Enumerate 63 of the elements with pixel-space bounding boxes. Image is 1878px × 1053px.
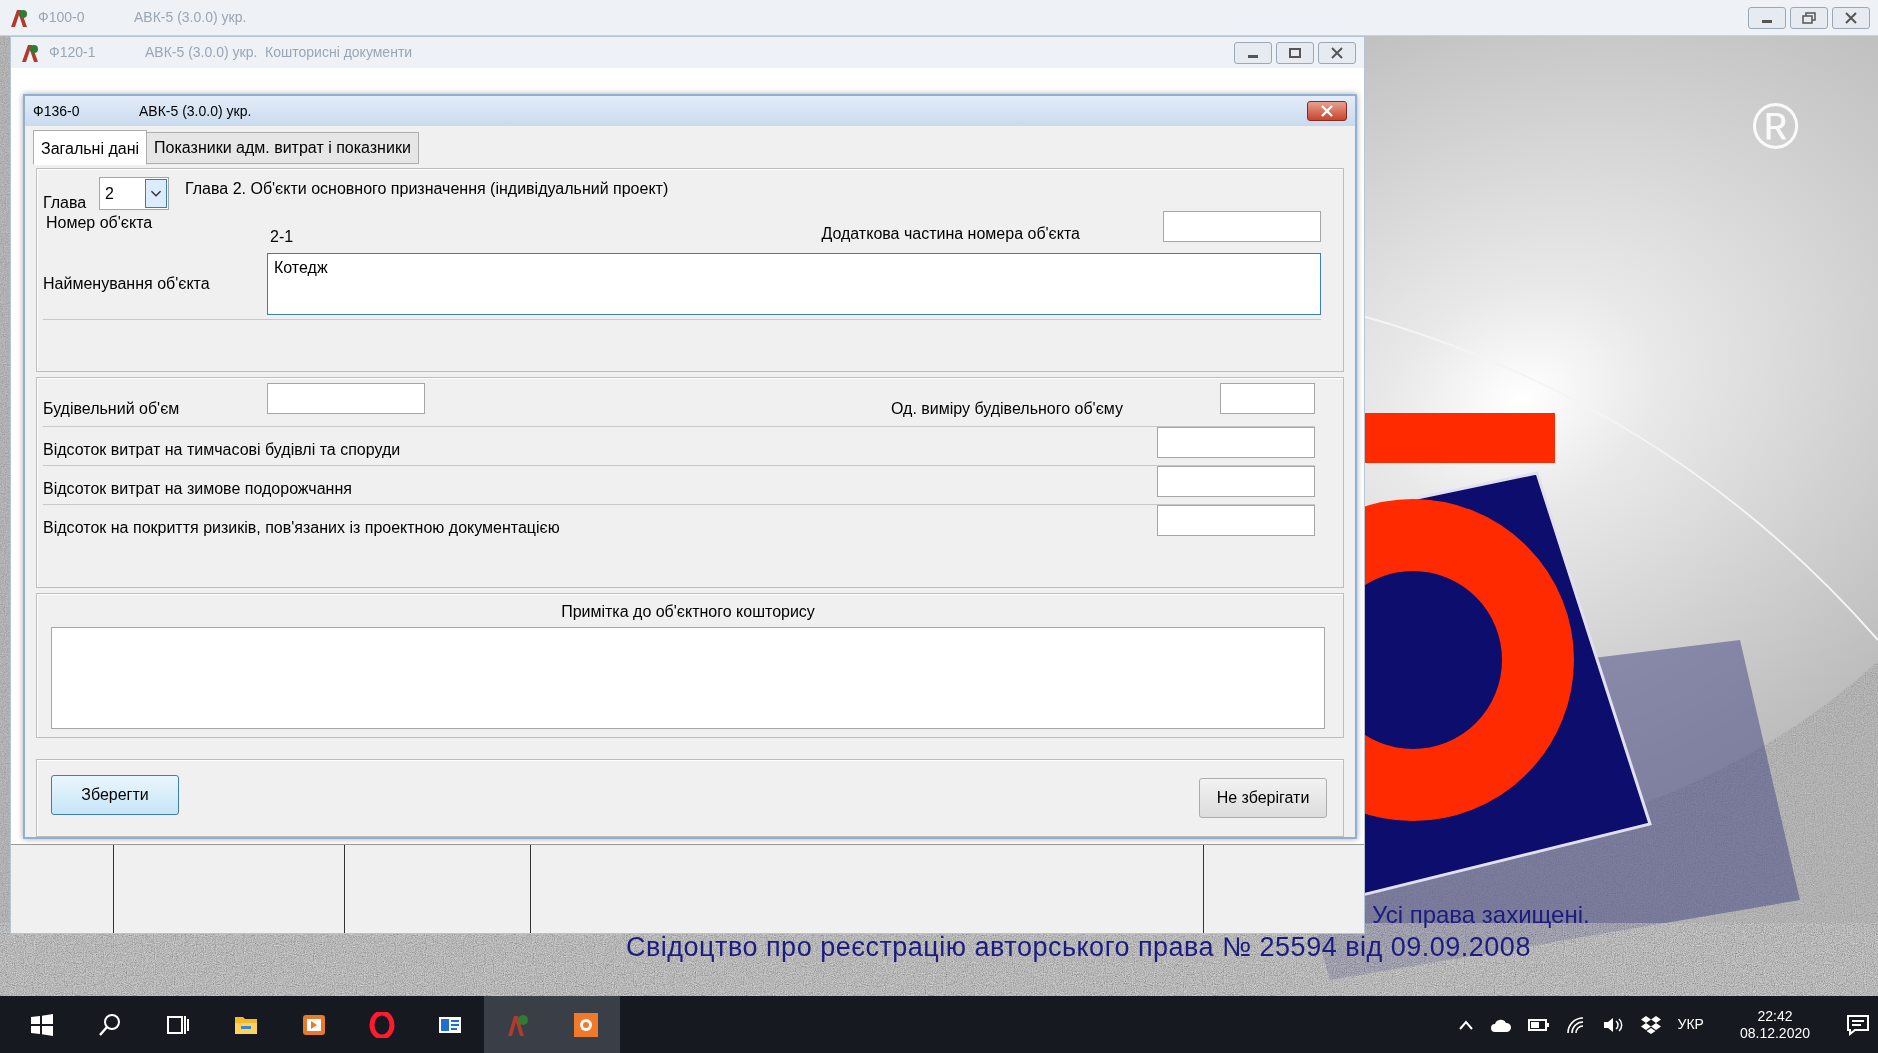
close-icon [1321,105,1333,117]
close-button[interactable] [1832,6,1870,29]
minimize-icon [1762,20,1772,23]
close-button[interactable] [1318,41,1356,64]
chapter-dropdown[interactable]: 2 [99,177,169,210]
maximize-button[interactable] [1276,41,1314,64]
wifi-icon[interactable] [1565,1015,1586,1034]
windows-logo-icon[interactable] [30,1012,54,1037]
window-code: Ф136-0 [33,101,81,121]
window-code: Ф120-1 [49,43,97,62]
chapter-description: Глава 2. Об'єкти основного призначення (індивідуальний проект) [185,179,669,199]
maximize-icon [1289,47,1301,58]
search-icon[interactable] [98,1012,122,1037]
taskbar-app[interactable] [552,996,620,1053]
close-icon [1845,11,1857,24]
object-number-value: 2-1 [270,227,294,247]
ring-icon [369,1011,395,1038]
square-icon [573,1011,599,1038]
field-label: Відсоток витрат на тимчасові будівлі та споруди [43,440,401,460]
text-field[interactable] [267,382,425,414]
minimize-icon [1248,55,1258,58]
window-code: Ф100-0 [38,8,86,27]
text-field[interactable] [1157,426,1315,458]
clock-time[interactable]: 22:42 [1739,1007,1810,1025]
certificate-text: Свідоцтво про реєстрацію авторського права № 25594 від 09.09.2008 [626,934,1531,961]
dropbox-icon[interactable] [1639,1014,1662,1035]
window-title: АВК-5 (3.0.0) укр. [134,8,247,27]
field-label: Відсоток на покриття ризиків, пов'язаних із проектною документацією [43,518,560,538]
tab[interactable]: Загальні дані [33,130,148,165]
minimize-button[interactable] [1234,41,1272,64]
minimize-button[interactable] [1748,6,1786,29]
chevron-up-icon[interactable] [1457,1018,1474,1031]
copyright-text: Усі права захищені. [1372,903,1590,927]
text-field[interactable] [1157,465,1315,497]
window-title: АВК-5 (3.0.0) укр. [139,101,252,121]
dialog-button[interactable]: Не зберігати [1199,778,1327,818]
clock-date[interactable]: 08.12.2020 [1739,1024,1810,1042]
restore-icon [1802,11,1816,24]
language-indicator[interactable]: УКР [1677,1014,1704,1035]
dropdown-value: 2 [105,183,114,204]
field-label: Найменування об'єкта [43,274,211,294]
note-label: Примітка до об'єктного кошторису [561,603,815,620]
field-label: Од. виміру будівельного об'єму [890,399,1123,419]
registered-mark: ® [1752,94,1800,158]
window-title: АВК-5 (3.0.0) укр. Кошторисні документи [145,43,413,62]
field-label: Глава [43,193,88,213]
field-label: Відсоток витрат на зимове подорожчання [43,479,352,499]
text-field[interactable] [1163,211,1321,242]
restore-button[interactable] [1790,6,1828,29]
close-button[interactable] [1307,101,1347,121]
battery-icon[interactable] [1527,1017,1550,1032]
notification-icon[interactable] [1846,1013,1870,1036]
speaker-icon[interactable] [1601,1015,1624,1034]
field-label: Номер об'єкта [46,213,154,233]
dialog-button[interactable]: Зберегти [51,775,179,815]
note-field[interactable] [51,627,1325,729]
text-field[interactable] [1157,504,1315,536]
close-icon [1331,46,1343,59]
field-label: Будівельний об'єм [43,399,181,419]
tab[interactable]: Показники адм. витрат і показники [146,132,419,164]
text-field[interactable] [1220,382,1315,414]
object-name-field[interactable]: Котедж [267,253,1321,315]
field-label: Додаткова частина номера об'єкта [821,224,1080,244]
